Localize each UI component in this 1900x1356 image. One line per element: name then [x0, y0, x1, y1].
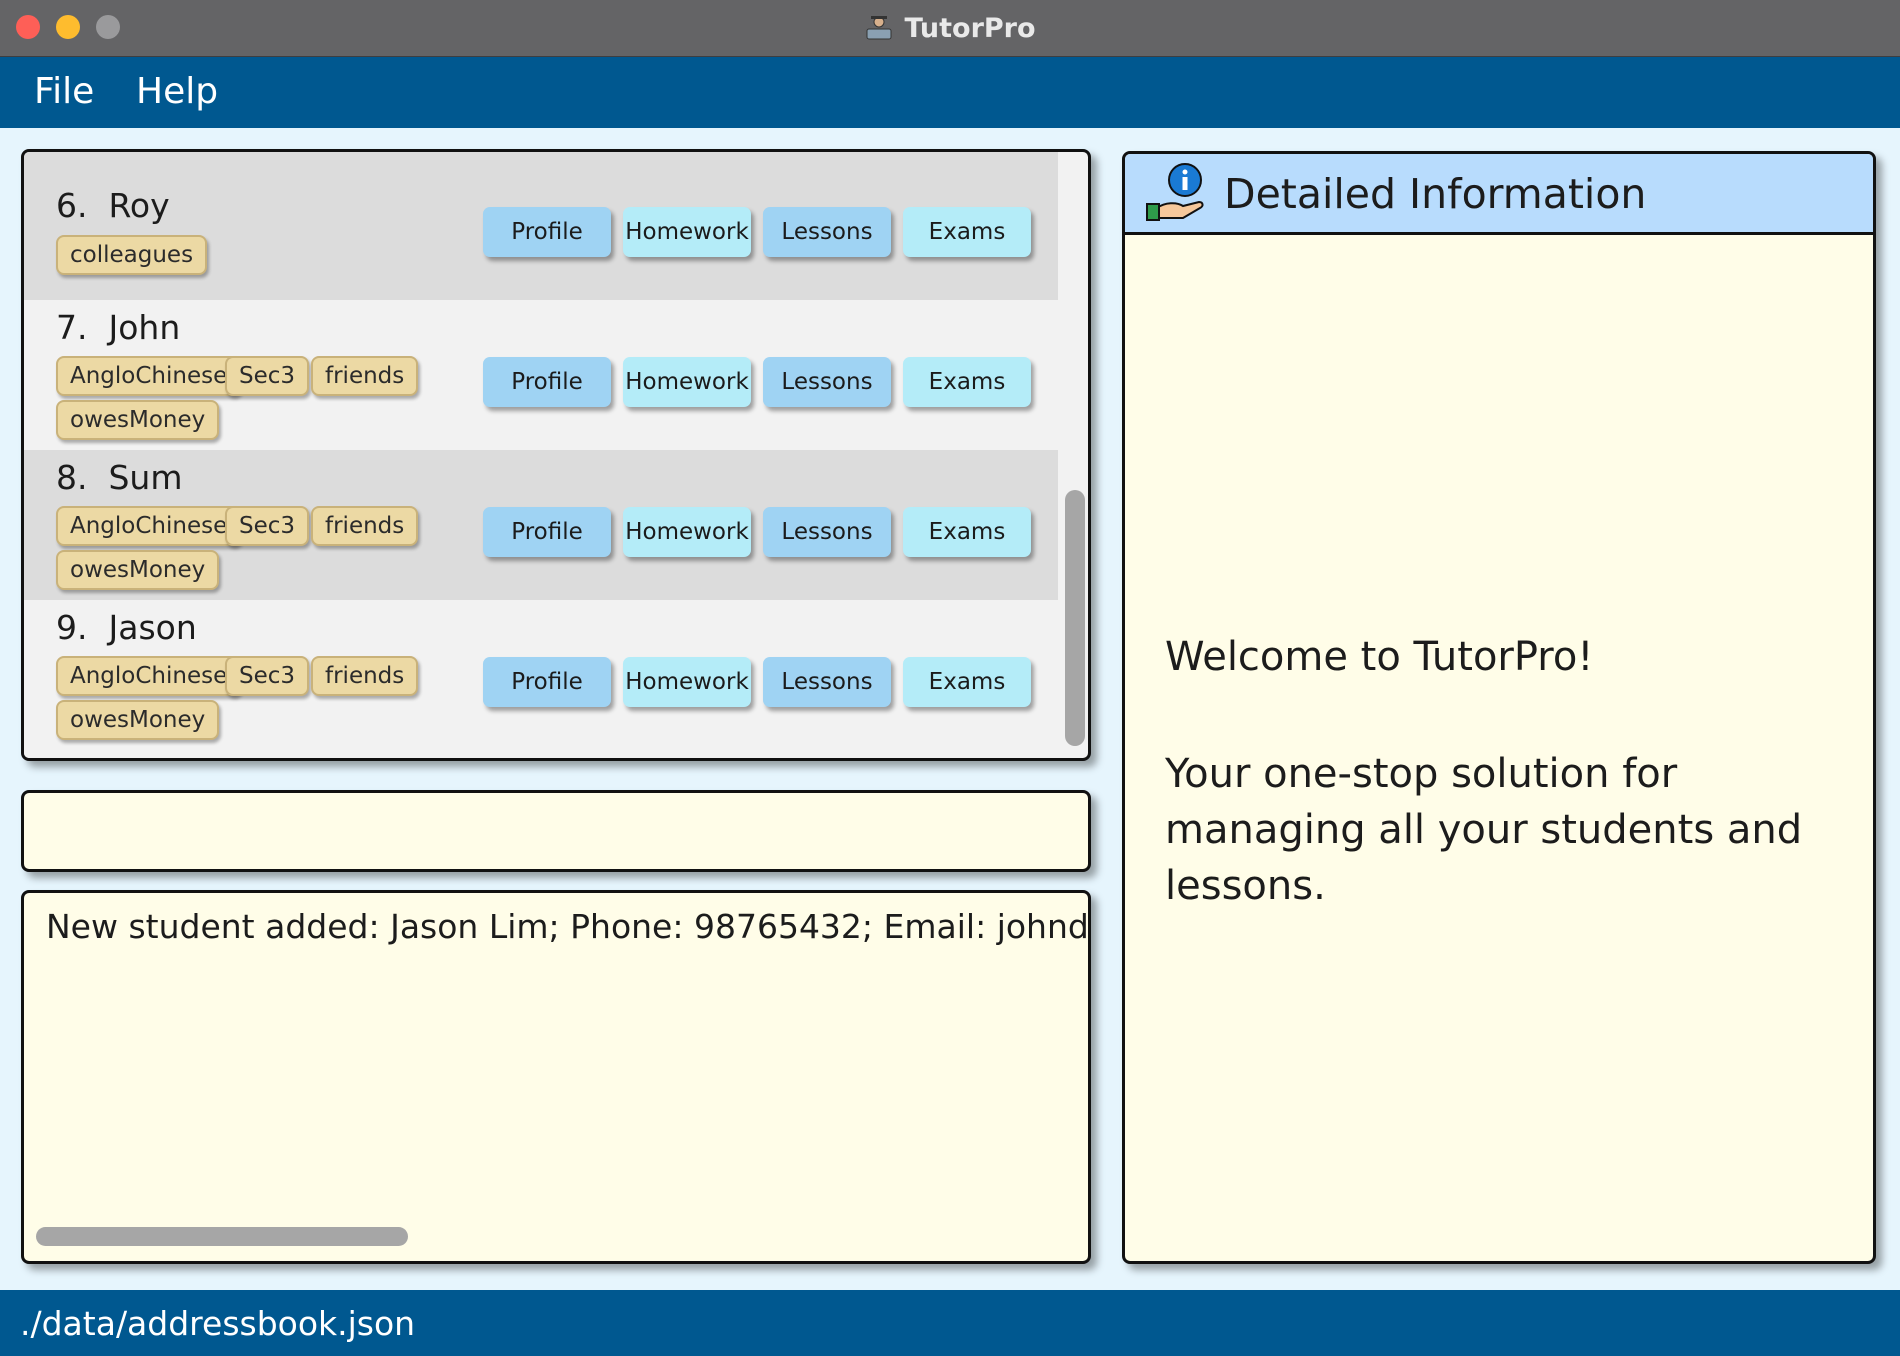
result-message: New student added: Jason Lim; Phone: 987… — [46, 907, 1089, 946]
title-group: TutorPro — [0, 0, 1900, 56]
tag-badge: friends — [311, 356, 419, 396]
lessons-button[interactable]: Lessons — [763, 207, 891, 257]
tag-badge: owesMoney — [56, 550, 220, 590]
tag-badge: Sec3 — [225, 356, 310, 396]
tag-badge: owesMoney — [56, 700, 220, 740]
result-horizontal-scrollbar[interactable] — [36, 1227, 408, 1246]
tag-badge: Sec3 — [225, 656, 310, 696]
student-card[interactable]: 6. Roy colleagues Profile Homework Lesso… — [24, 152, 1058, 300]
student-name: 6. Roy — [56, 186, 170, 225]
welcome-message: Welcome to TutorPro! — [1165, 634, 1594, 680]
save-location: ./data/addressbook.json — [20, 1304, 416, 1343]
student-card[interactable]: 7. John AngloChinese Sec3 friends owesMo… — [24, 300, 1058, 450]
app-window: TutorPro File Help 6. Roy colleagues Pro… — [0, 0, 1900, 1356]
tag-badge: owesMoney — [56, 400, 220, 440]
student-card[interactable]: 8. Sum AngloChinese Sec3 friends owesMon… — [24, 450, 1058, 600]
exams-button[interactable]: Exams — [903, 657, 1031, 707]
profile-button[interactable]: Profile — [483, 657, 611, 707]
detail-panel: Detailed Information Welcome to TutorPro… — [1122, 151, 1876, 1264]
student-list-panel: 6. Roy colleagues Profile Homework Lesso… — [21, 149, 1091, 761]
tag-badge: AngloChinese — [56, 356, 242, 396]
lessons-button[interactable]: Lessons — [763, 357, 891, 407]
student-card[interactable]: 9. Jason AngloChinese Sec3 friends owesM… — [24, 600, 1058, 758]
menu-help[interactable]: Help — [136, 71, 218, 112]
tag-badge: AngloChinese — [56, 656, 242, 696]
window-title: TutorPro — [904, 12, 1036, 44]
detail-title: Detailed Information — [1224, 170, 1647, 218]
title-bar: TutorPro — [0, 0, 1900, 57]
result-display[interactable]: New student added: Jason Lim; Phone: 987… — [21, 890, 1091, 1264]
status-bar: ./data/addressbook.json — [0, 1290, 1900, 1356]
profile-button[interactable]: Profile — [483, 207, 611, 257]
tag-badge: Sec3 — [225, 506, 310, 546]
student-name: 7. John — [56, 308, 181, 347]
student-name: 8. Sum — [56, 458, 183, 497]
tag-badge: friends — [311, 506, 419, 546]
info-hand-icon — [1146, 163, 1204, 221]
detail-header: Detailed Information — [1125, 154, 1873, 235]
homework-button[interactable]: Homework — [623, 357, 751, 407]
student-name: 9. Jason — [56, 608, 197, 647]
command-box[interactable] — [21, 790, 1091, 872]
exams-button[interactable]: Exams — [903, 357, 1031, 407]
welcome-description: Your one-stop solution for managing all … — [1165, 751, 1803, 909]
app-logo-icon — [866, 16, 892, 40]
tag-badge: colleagues — [56, 235, 208, 275]
list-vertical-scrollbar[interactable] — [1065, 490, 1085, 746]
tag-badge: AngloChinese — [56, 506, 242, 546]
homework-button[interactable]: Homework — [623, 207, 751, 257]
exams-button[interactable]: Exams — [903, 207, 1031, 257]
lessons-button[interactable]: Lessons — [763, 657, 891, 707]
menu-file[interactable]: File — [34, 71, 94, 112]
homework-button[interactable]: Homework — [623, 507, 751, 557]
homework-button[interactable]: Homework — [623, 657, 751, 707]
tag-badge: friends — [311, 656, 419, 696]
profile-button[interactable]: Profile — [483, 357, 611, 407]
profile-button[interactable]: Profile — [483, 507, 611, 557]
exams-button[interactable]: Exams — [903, 507, 1031, 557]
lessons-button[interactable]: Lessons — [763, 507, 891, 557]
menu-bar: File Help — [0, 57, 1900, 128]
